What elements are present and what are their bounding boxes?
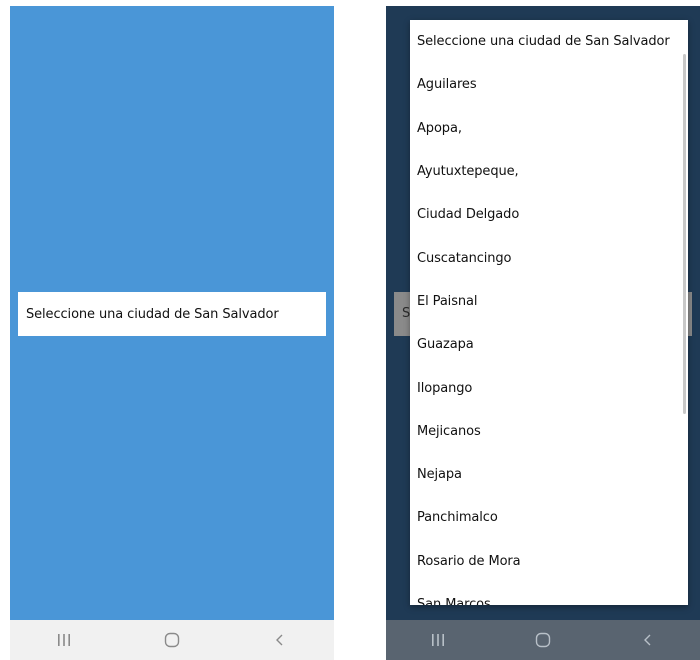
back-icon — [274, 633, 286, 647]
screenshot-stage: Seleccione una ciudad de San Salvador S … — [0, 0, 700, 660]
right-home-button[interactable] — [513, 620, 573, 660]
left-navigation-bar — [10, 620, 334, 660]
dropdown-option-label: Cuscatancingo — [417, 250, 512, 266]
city-options: Seleccione una ciudad de San Salvador Agu… — [410, 20, 688, 605]
dropdown-option-label: El Paisnal — [417, 293, 478, 309]
dropdown-option-label: Guazapa — [417, 337, 474, 353]
dropdown-option[interactable]: Aguilares — [410, 63, 688, 106]
dropdown-option[interactable]: Ayutuxtepeque, — [410, 150, 688, 193]
left-home-button[interactable] — [142, 620, 202, 660]
dropdown-option-label: San Marcos — [417, 597, 491, 605]
dropdown-option-label: Mejicanos — [417, 423, 481, 439]
recent-apps-icon — [431, 633, 445, 647]
dropdown-option-label: Rosario de Mora — [417, 553, 521, 569]
dropdown-option[interactable]: Ilopango — [410, 366, 688, 409]
back-icon — [642, 633, 654, 647]
city-dropdown-list[interactable]: Seleccione una ciudad de San Salvador Agu… — [410, 20, 688, 605]
right-recent-apps-button[interactable] — [408, 620, 468, 660]
left-phone-screen: Seleccione una ciudad de San Salvador — [10, 6, 334, 660]
dropdown-option-label: Seleccione una ciudad de San Salvador — [417, 34, 670, 50]
dropdown-option-label: Ayutuxtepeque, — [417, 164, 519, 180]
dropdown-option-label: Ciudad Delgado — [417, 207, 520, 223]
dropdown-option[interactable]: Panchimalco — [410, 496, 688, 539]
dropdown-option[interactable]: Nejapa — [410, 453, 688, 496]
city-spinner-label: Seleccione una ciudad de San Salvador — [26, 306, 279, 322]
dropdown-option[interactable]: El Paisnal — [410, 280, 688, 323]
dropdown-option[interactable]: Ciudad Delgado — [410, 193, 688, 236]
dropdown-option-label: Apopa, — [417, 120, 462, 136]
dropdown-option[interactable]: San Marcos — [410, 583, 688, 605]
right-back-button[interactable] — [618, 620, 678, 660]
recent-apps-icon — [57, 633, 71, 647]
right-navigation-bar — [386, 620, 700, 660]
dropdown-option[interactable]: Apopa, — [410, 107, 688, 150]
home-icon — [535, 632, 551, 648]
home-icon — [164, 632, 180, 648]
dropdown-option-label: Nejapa — [417, 467, 462, 483]
dropdown-option[interactable]: Rosario de Mora — [410, 540, 688, 583]
right-phone-screen: S Seleccione una ciudad de San Salvador A… — [386, 6, 700, 660]
dropdown-option[interactable]: Cuscatancingo — [410, 236, 688, 279]
dropdown-scrollbar[interactable] — [683, 54, 686, 414]
dropdown-option-label: Ilopango — [417, 380, 473, 396]
dropdown-option[interactable]: Seleccione una ciudad de San Salvador — [410, 20, 688, 63]
dropdown-option-label: Panchimalco — [417, 510, 498, 526]
dropdown-option-label: Aguilares — [417, 77, 477, 93]
dropdown-option[interactable]: Mejicanos — [410, 410, 688, 453]
dropdown-option[interactable]: Guazapa — [410, 323, 688, 366]
left-back-button[interactable] — [250, 620, 310, 660]
left-recent-apps-button[interactable] — [34, 620, 94, 660]
city-spinner[interactable]: Seleccione una ciudad de San Salvador — [18, 292, 326, 336]
